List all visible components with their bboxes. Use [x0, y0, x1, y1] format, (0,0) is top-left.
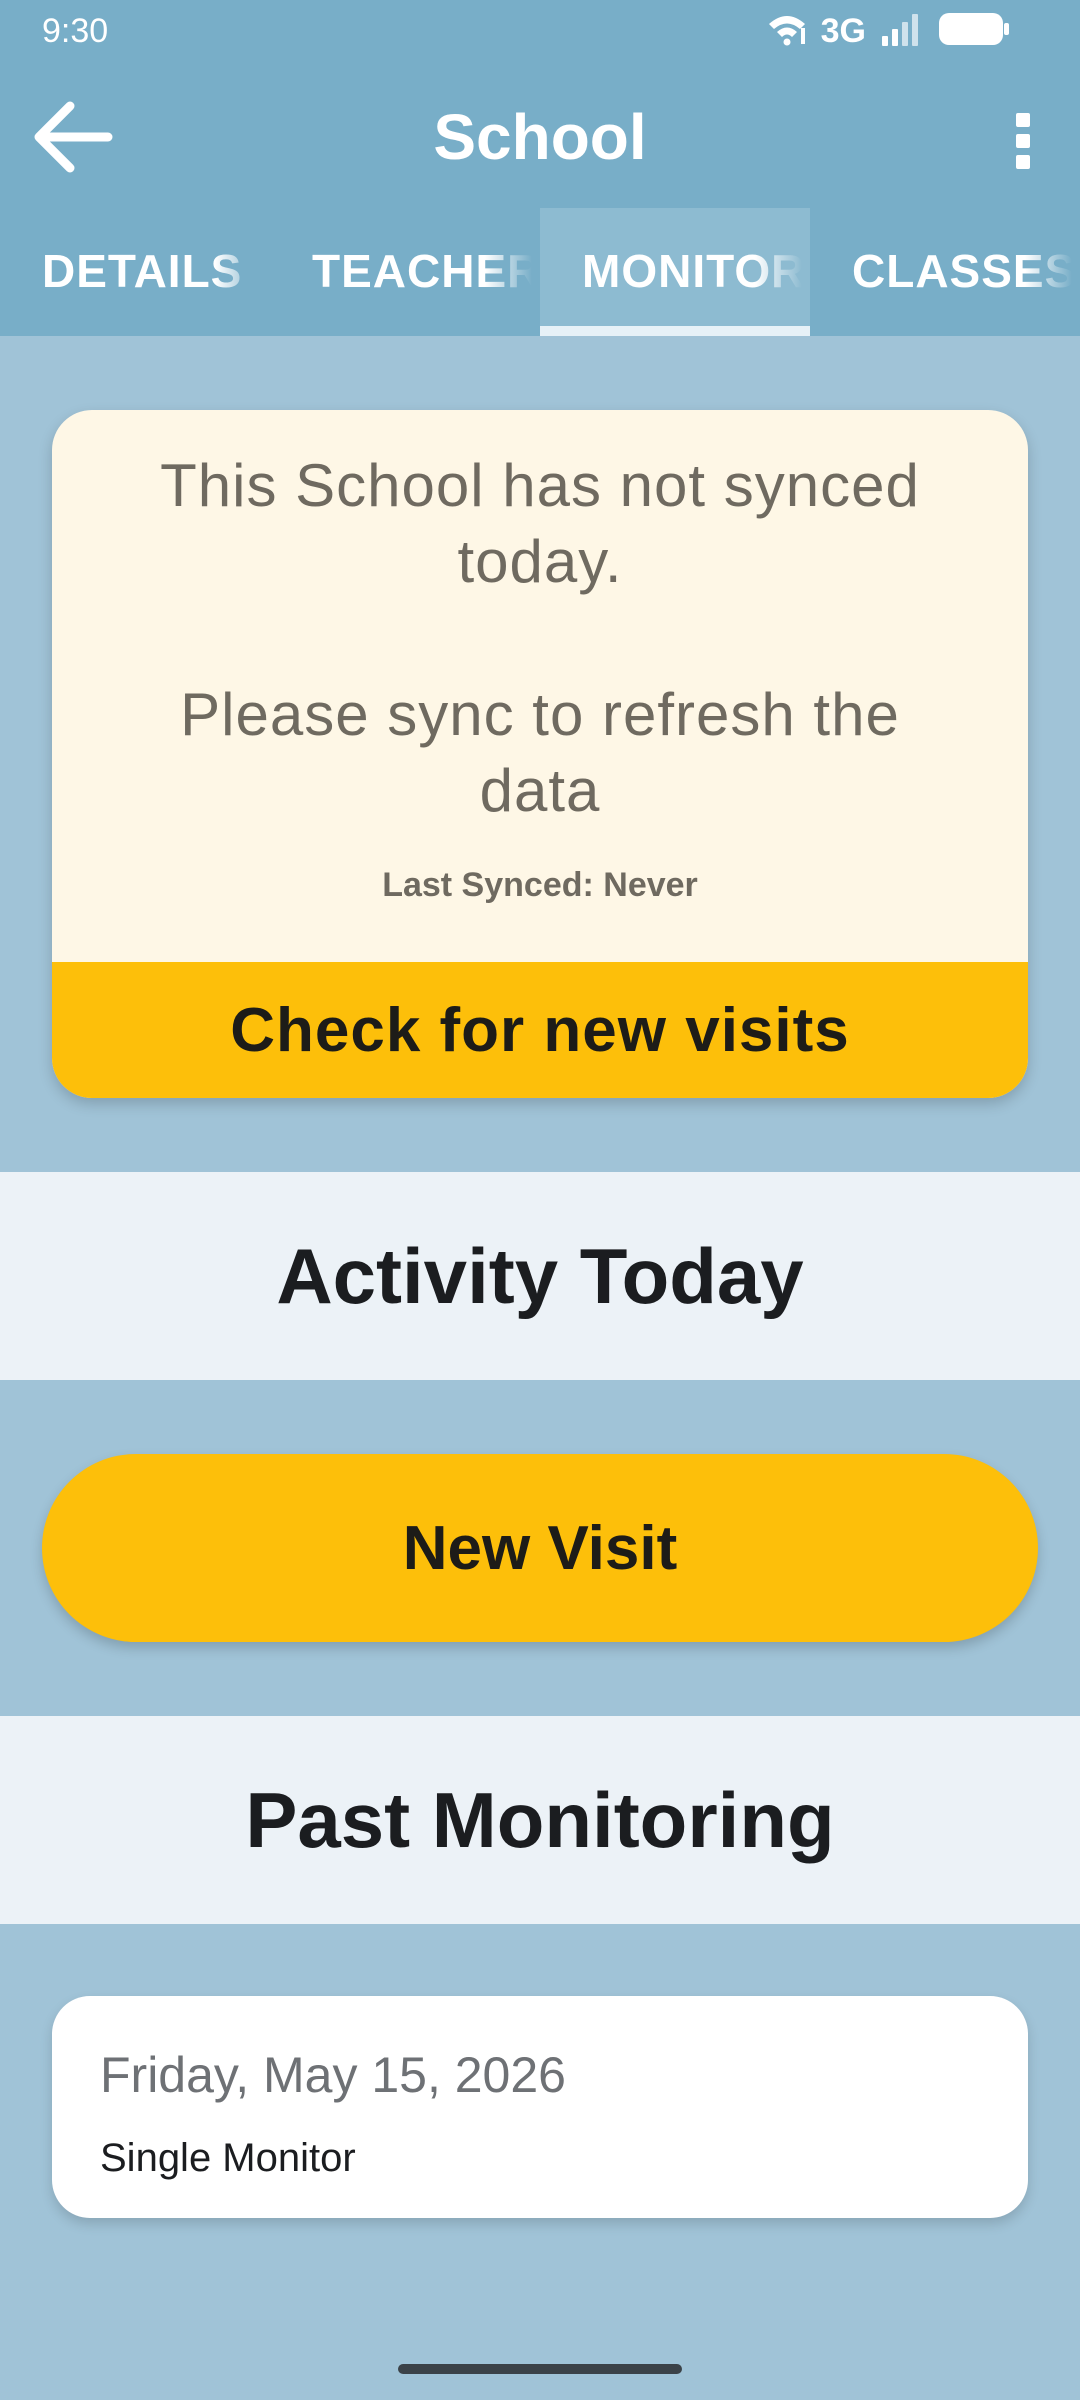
- tab-details[interactable]: DETAILS: [0, 208, 270, 336]
- new-visit-button[interactable]: New Visit: [42, 1454, 1038, 1642]
- past-monitoring-header: Past Monitoring: [0, 1716, 1080, 1924]
- sync-status-card: This School has not synced today. Please…: [52, 410, 1028, 1098]
- tab-label: DETAILS: [42, 245, 243, 297]
- check-new-visits-button[interactable]: Check for new visits: [52, 962, 1028, 1098]
- sync-warning-message: This School has not synced today.: [160, 452, 920, 595]
- status-bar: 9:30 3G: [0, 0, 1080, 62]
- last-synced-text: Last Synced: Never: [382, 866, 698, 904]
- wifi-icon: [767, 12, 807, 51]
- more-vert-icon: [1016, 113, 1030, 169]
- visit-date: Friday, May 15, 2026: [100, 2047, 566, 2103]
- tab-teachers[interactable]: TEACHERS: [270, 208, 540, 336]
- tab-bar: DETAILS TEACHERS MONITORING CLASSES: [0, 208, 1080, 336]
- battery-icon: [938, 12, 1010, 51]
- app-bar: School: [0, 62, 1080, 208]
- tab-monitoring[interactable]: MONITORING: [540, 208, 810, 336]
- page-title: School: [433, 101, 647, 173]
- tab-classes[interactable]: CLASSES: [810, 208, 1080, 336]
- cell-signal-icon: [880, 12, 924, 51]
- status-time: 9:30: [42, 12, 109, 50]
- past-visit-card[interactable]: Friday, May 15, 2026 Single Monitor: [52, 1996, 1028, 2218]
- network-type: 3G: [820, 11, 866, 50]
- gesture-navigation-bar[interactable]: [398, 2364, 682, 2374]
- sync-instruction-message: Please sync to refresh the data: [180, 681, 900, 824]
- visit-type: Single Monitor: [100, 2136, 356, 2180]
- active-tab-indicator: [540, 326, 810, 336]
- activity-today-header: Activity Today: [0, 1172, 1080, 1380]
- overflow-menu-button[interactable]: [988, 96, 1058, 186]
- status-icons: 3G: [767, 10, 1010, 52]
